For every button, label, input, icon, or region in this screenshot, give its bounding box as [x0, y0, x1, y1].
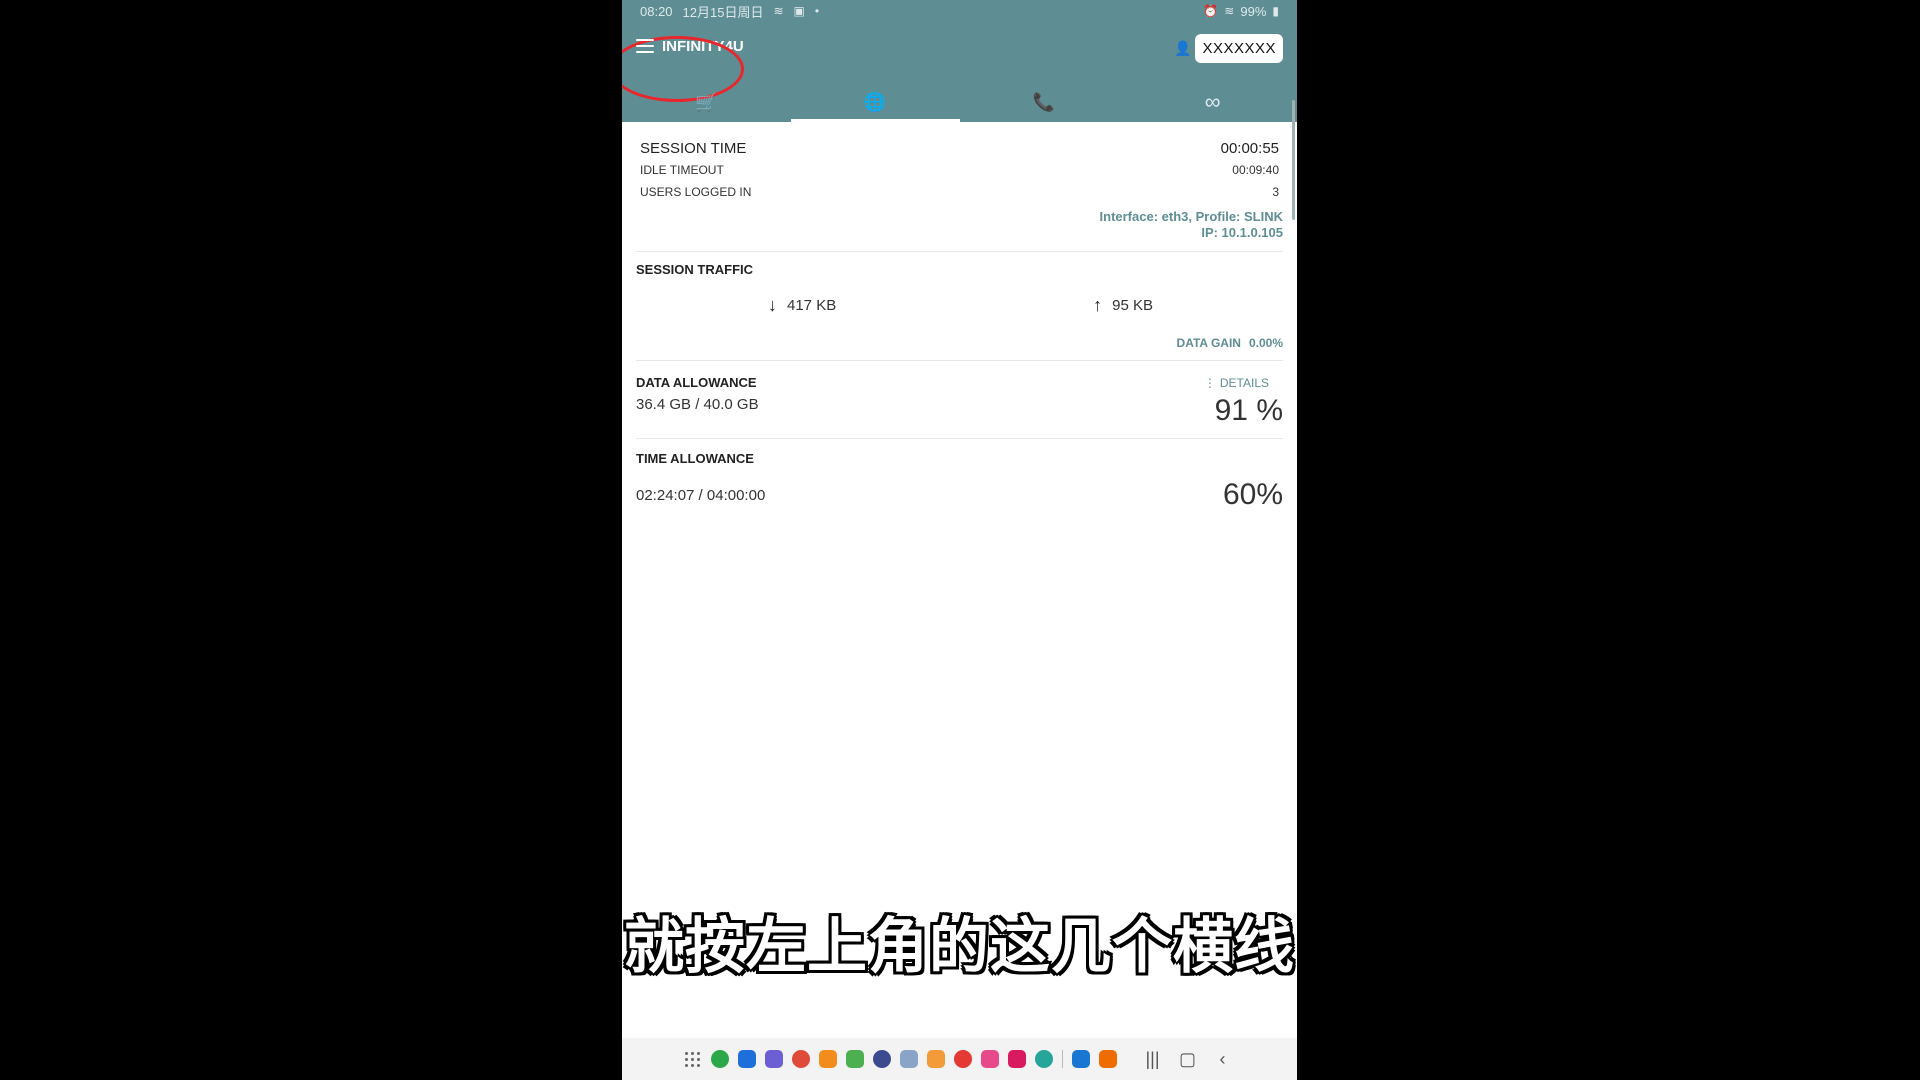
ip-line: IP: 10.1.0.105 — [1201, 225, 1283, 240]
battery-percent: 99% — [1240, 3, 1267, 19]
battery-icon: ▮ — [1272, 4, 1279, 18]
phone-screen: 08:20 12月15日周日 ≋ ▣ • ⏰ ≋ 99% ▮ INFINITY4… — [622, 0, 1297, 1080]
app-drawer-icon[interactable] — [684, 1050, 702, 1068]
main-content: SESSION TIME 00:00:55 IDLE TIMEOUT 00:09… — [636, 140, 1283, 512]
dot-icon: • — [814, 4, 820, 18]
data-allowance-body: 36.4 GB / 40.0 GB 91 % — [636, 394, 1283, 428]
download-stat: ↓ 417 KB — [768, 295, 836, 316]
data-gain: DATA GAIN 0.00% — [636, 336, 1283, 350]
session-time-value: 00:00:55 — [1220, 140, 1279, 157]
session-time-row: SESSION TIME 00:00:55 — [636, 140, 1283, 157]
dock-app-icon[interactable] — [953, 1050, 972, 1068]
time-allowance-title: TIME ALLOWANCE — [636, 451, 754, 466]
dock-app-icon[interactable] — [845, 1050, 864, 1068]
interface-line: Interface: eth3, Profile: SLINK — [1099, 209, 1283, 224]
user-area[interactable]: 👤 XXXXXXX — [1174, 34, 1283, 63]
tab-shop[interactable]: 🛒 — [622, 82, 791, 122]
tab-unlimited[interactable]: ∞ — [1128, 82, 1297, 122]
signal-icon: ≋ — [1224, 4, 1235, 18]
image-icon: ▣ — [793, 4, 805, 18]
dock-app-icon[interactable] — [1034, 1050, 1053, 1068]
globe-icon: 🌐 — [863, 91, 887, 112]
download-value: 417 KB — [787, 297, 837, 314]
app-bar: INFINITY4U 👤 XXXXXXX 🛒 🌐 📞 ∞ — [622, 22, 1297, 122]
time-allowance-percent: 60% — [1222, 478, 1283, 511]
hamburger-menu-icon[interactable] — [634, 36, 656, 56]
wifi-icon: ≋ — [773, 4, 784, 18]
recents-button[interactable]: ||| — [1140, 1049, 1166, 1070]
details-label: DETAILS — [1219, 375, 1269, 390]
upload-value: 95 KB — [1112, 297, 1153, 314]
dock-app-icon[interactable] — [764, 1050, 783, 1068]
dock-app-icon[interactable] — [737, 1050, 756, 1068]
dock-app-icon[interactable] — [872, 1050, 891, 1068]
status-bar: 08:20 12月15日周日 ≋ ▣ • ⏰ ≋ 99% ▮ — [622, 0, 1297, 22]
cart-icon: 🛒 — [695, 91, 718, 112]
dock-app-icon[interactable] — [710, 1050, 729, 1068]
tab-bar: 🛒 🌐 📞 ∞ — [622, 82, 1297, 122]
idle-timeout-row: IDLE TIMEOUT 00:09:40 — [636, 163, 1283, 177]
dock-app-icon[interactable] — [1007, 1050, 1026, 1068]
status-time: 08:20 — [640, 3, 673, 19]
users-logged-label: USERS LOGGED IN — [640, 185, 752, 199]
tab-phone[interactable]: 📞 — [960, 82, 1129, 122]
dock-app-icon[interactable] — [791, 1050, 810, 1068]
status-date: 12月15日周日 — [682, 4, 764, 20]
video-subtitle: 就按左上角的这几个横线 — [624, 912, 1295, 982]
arrow-up-icon: ↑ — [1093, 295, 1103, 315]
data-allowance-header: DATA ALLOWANCE ⋮ DETAILS — [636, 375, 1283, 390]
back-button[interactable]: ‹ — [1210, 1049, 1236, 1070]
users-logged-row: USERS LOGGED IN 3 — [636, 185, 1283, 199]
more-vert-icon: ⋮ — [1203, 375, 1216, 390]
users-logged-value: 3 — [1272, 185, 1279, 199]
user-icon: 👤 — [1174, 40, 1192, 56]
divider — [636, 360, 1283, 361]
details-button[interactable]: ⋮ DETAILS — [1204, 376, 1269, 390]
divider — [636, 438, 1283, 439]
phone-icon: 📞 — [1032, 91, 1056, 112]
home-button[interactable]: ▢ — [1175, 1049, 1201, 1070]
time-allowance-amount: 02:24:07 / 04:00:00 — [636, 486, 766, 504]
upload-stat: ↑ 95 KB — [1093, 295, 1153, 316]
dock-separator — [1061, 1050, 1063, 1068]
data-gain-value: 0.00% — [1248, 336, 1283, 350]
infinity-icon: ∞ — [1204, 89, 1221, 114]
dock-app-icon[interactable] — [980, 1050, 999, 1068]
alarm-icon: ⏰ — [1203, 4, 1219, 18]
dock-app-icon[interactable] — [1071, 1050, 1090, 1068]
session-traffic-title: SESSION TRAFFIC — [636, 262, 754, 277]
traffic-values: ↓ 417 KB ↑ 95 KB — [636, 295, 1283, 316]
dock-app-icon[interactable] — [818, 1050, 837, 1068]
tab-internet[interactable]: 🌐 — [790, 82, 960, 122]
session-time-label: SESSION TIME — [640, 140, 747, 157]
divider — [636, 251, 1283, 252]
app-dock: ||| ▢ ‹ — [622, 1038, 1297, 1080]
arrow-down-icon: ↓ — [768, 295, 777, 315]
data-allowance-percent: 91 % — [1214, 394, 1283, 427]
interface-info: Interface: eth3, Profile: SLINK IP: 10.1… — [636, 209, 1283, 241]
data-allowance-amount: 36.4 GB / 40.0 GB — [636, 396, 759, 413]
data-allowance-title: DATA ALLOWANCE — [636, 375, 757, 390]
dock-app-icon[interactable] — [1098, 1050, 1117, 1068]
brand: INFINITY4U — [622, 36, 744, 102]
time-allowance-body: 02:24:07 / 04:00:00 60% — [636, 478, 1283, 512]
dock-app-icon[interactable] — [926, 1050, 945, 1068]
dock-app-icon[interactable] — [899, 1050, 918, 1068]
username-badge[interactable]: XXXXXXX — [1195, 34, 1283, 63]
idle-timeout-value: 00:09:40 — [1232, 163, 1279, 177]
data-gain-label: DATA GAIN — [1176, 336, 1241, 350]
idle-timeout-label: IDLE TIMEOUT — [640, 163, 724, 177]
scrollbar[interactable] — [1292, 100, 1295, 220]
